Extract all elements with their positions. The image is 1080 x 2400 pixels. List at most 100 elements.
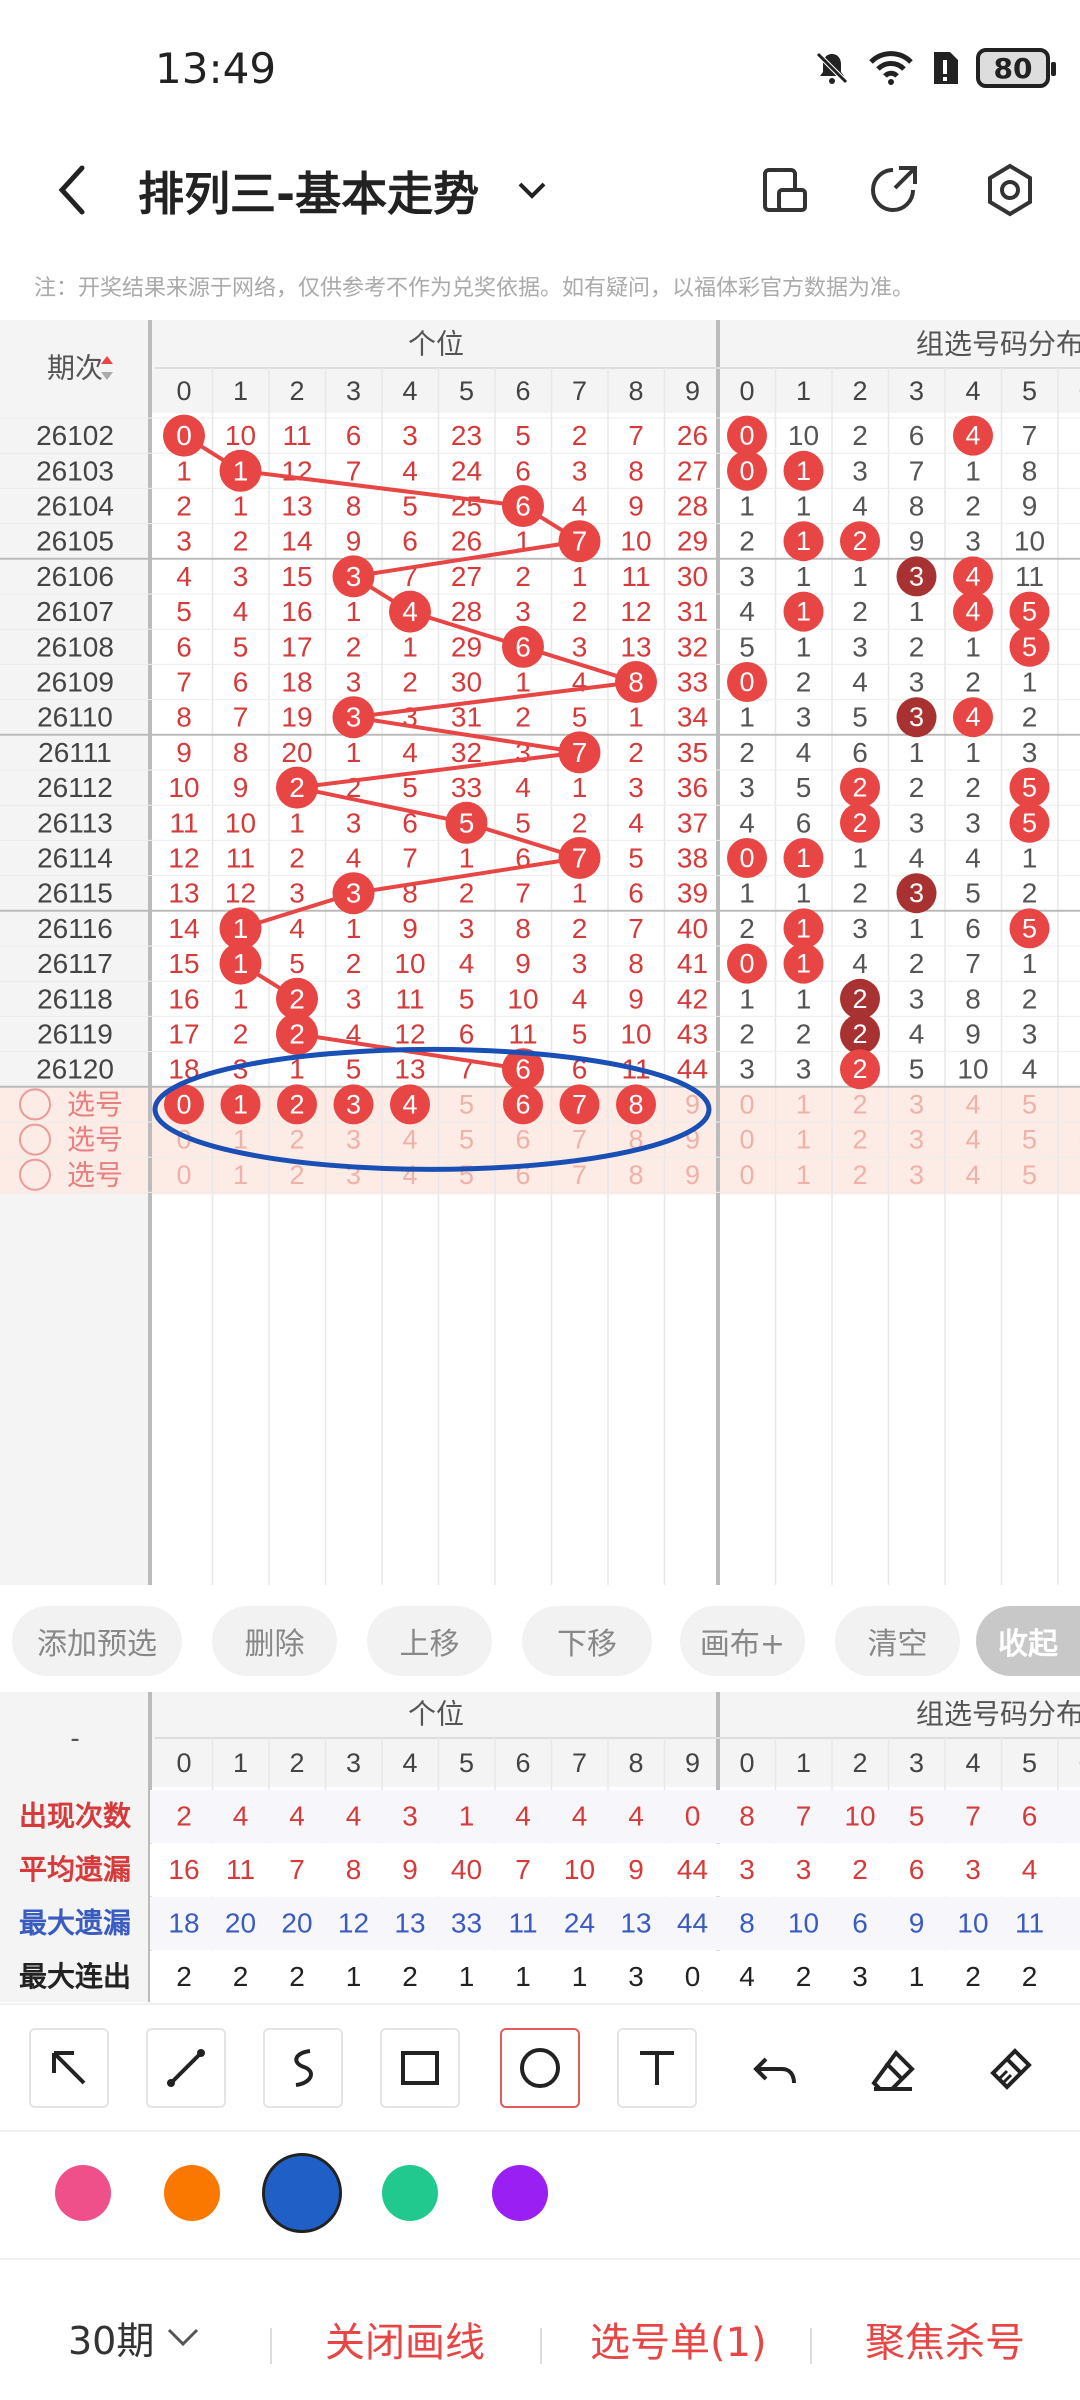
select-digit[interactable]: 8 (628, 1160, 643, 1190)
cell-value: 1 (796, 491, 812, 522)
move-down-button[interactable]: 下移 (522, 1606, 652, 1676)
cell-value: 10 (168, 772, 199, 803)
select-row-label[interactable]: 选号 (67, 1089, 123, 1120)
chevron-down-icon[interactable] (512, 170, 552, 210)
period-number: 26103 (36, 455, 114, 486)
select-digit[interactable]: 7 (572, 1125, 587, 1155)
select-digit[interactable]: 1 (796, 1089, 811, 1119)
select-digit[interactable]: 4 (965, 1125, 980, 1155)
settings-icon[interactable] (980, 160, 1040, 220)
move-up-button[interactable]: 上移 (367, 1606, 492, 1676)
period-number: 26116 (37, 913, 113, 944)
page-title[interactable]: 排列三-基本走势 (138, 158, 479, 224)
ball-label: 4 (965, 597, 980, 627)
cell-value: 1 (346, 596, 362, 627)
color-swatch-green[interactable] (382, 2165, 438, 2221)
cell-value: 17 (281, 631, 312, 662)
select-digit[interactable]: 3 (346, 1125, 361, 1155)
color-swatch-orange[interactable] (164, 2165, 220, 2221)
select-list-button[interactable]: 选号单(1) (590, 2310, 767, 2368)
add-preselect-button[interactable]: 添加预选 (12, 1606, 182, 1676)
period-selector[interactable]: 30期 (68, 2310, 154, 2365)
select-digit[interactable]: 1 (796, 1160, 811, 1190)
select-digit[interactable]: 3 (909, 1160, 924, 1190)
select-digit[interactable]: 6 (515, 1125, 530, 1155)
cell-value: 12 (225, 878, 256, 909)
cell-value: 4 (459, 948, 475, 979)
canvas-plus-button[interactable]: 画布+ (680, 1606, 805, 1676)
ball-label[interactable]: 0 (176, 1089, 191, 1119)
select-digit[interactable]: 4 (965, 1089, 980, 1119)
ball-label[interactable]: 8 (628, 1089, 643, 1119)
ball-label[interactable]: 4 (402, 1089, 417, 1119)
select-digit[interactable]: 5 (459, 1089, 474, 1119)
select-row-label[interactable]: 选号 (67, 1159, 123, 1190)
select-digit[interactable]: 1 (233, 1160, 248, 1190)
line-tool[interactable] (146, 2028, 226, 2108)
select-digit[interactable]: 0 (739, 1160, 754, 1190)
select-digit[interactable]: 0 (739, 1125, 754, 1155)
chevron-down-icon[interactable] (165, 2326, 201, 2350)
rectangle-tool[interactable] (380, 2028, 460, 2108)
back-arrow-icon[interactable] (48, 162, 98, 218)
cell-value: 40 (677, 913, 708, 944)
cell-value: 4 (572, 667, 588, 698)
select-digit[interactable]: 3 (909, 1125, 924, 1155)
select-digit[interactable]: 3 (909, 1089, 924, 1119)
select-digit[interactable]: 9 (685, 1160, 700, 1190)
share-icon[interactable] (865, 160, 925, 220)
collapse-button[interactable]: 收起 (976, 1606, 1080, 1676)
arrow-tool[interactable] (29, 2028, 109, 2108)
freehand-tool[interactable] (263, 2028, 343, 2108)
undo-icon[interactable] (750, 2045, 800, 2095)
select-digit[interactable]: 2 (852, 1125, 867, 1155)
digit-header: 2 (852, 1748, 867, 1778)
ellipse-tool[interactable] (500, 2028, 580, 2108)
cell-value: 3 (909, 983, 925, 1014)
screen-orientation-icon[interactable] (755, 160, 815, 220)
ball-label[interactable]: 2 (289, 1089, 304, 1119)
ball-label[interactable]: 1 (233, 1089, 248, 1119)
period-header[interactable]: 期次 (47, 353, 103, 384)
select-digit[interactable]: 0 (176, 1160, 191, 1190)
select-digit[interactable]: 0 (739, 1089, 754, 1119)
select-digit[interactable]: 2 (289, 1125, 304, 1155)
select-digit[interactable]: 4 (965, 1160, 980, 1190)
ball-label[interactable]: 3 (346, 1089, 361, 1119)
select-digit[interactable]: 1 (796, 1125, 811, 1155)
delete-button[interactable]: 删除 (212, 1606, 337, 1676)
digit-header: 1 (233, 1748, 248, 1778)
cell-value: 2 (233, 1019, 249, 1050)
cell-value: 3 (572, 455, 588, 486)
color-swatch-purple[interactable] (492, 2165, 548, 2221)
select-digit[interactable]: 2 (852, 1160, 867, 1190)
close-lines-button[interactable]: 关闭画线 (325, 2310, 485, 2368)
period-number: 26106 (36, 561, 114, 592)
clear-brush-icon[interactable] (985, 2045, 1035, 2095)
select-digit[interactable]: 4 (402, 1160, 417, 1190)
select-row-label[interactable]: 选号 (67, 1124, 123, 1155)
clear-button[interactable]: 清空 (835, 1606, 960, 1676)
select-digit[interactable]: 5 (1022, 1160, 1037, 1190)
select-digit[interactable]: 2 (852, 1089, 867, 1119)
select-digit[interactable]: 5 (459, 1125, 474, 1155)
cell-value: 2 (852, 596, 868, 627)
select-digit[interactable]: 5 (1022, 1089, 1037, 1119)
select-digit[interactable]: 5 (1022, 1125, 1037, 1155)
cell-value: 3 (739, 1054, 755, 1085)
color-swatch-blue[interactable] (262, 2153, 342, 2233)
cell-value: 20 (281, 737, 312, 768)
color-swatch-pink[interactable] (55, 2165, 111, 2221)
ball-label[interactable]: 6 (515, 1089, 530, 1119)
cell-value: 2 (739, 737, 755, 768)
cell-value: 8 (1022, 455, 1038, 486)
eraser-icon[interactable] (868, 2045, 918, 2095)
focus-kill-button[interactable]: 聚焦杀号 (865, 2310, 1025, 2368)
stats-value: 11 (226, 1854, 255, 1885)
select-digit[interactable]: 7 (572, 1160, 587, 1190)
select-digit[interactable]: 4 (402, 1125, 417, 1155)
select-digit[interactable]: 5 (459, 1160, 474, 1190)
text-tool[interactable] (617, 2028, 697, 2108)
ball-label[interactable]: 7 (572, 1089, 587, 1119)
ball-label: 2 (852, 1019, 867, 1049)
